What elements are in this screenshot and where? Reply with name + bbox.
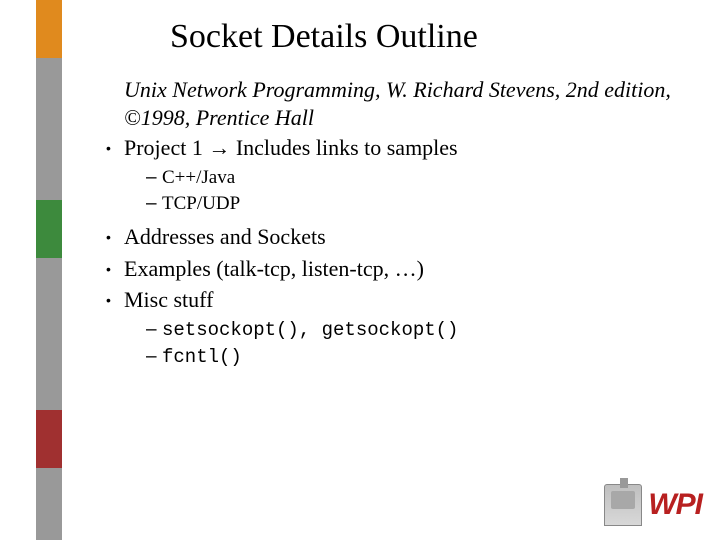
bullet-item: Project 1 → Includes links to samples C+… bbox=[106, 133, 700, 218]
wpi-logo: WPI bbox=[604, 484, 702, 526]
wpi-seal-icon bbox=[604, 484, 642, 526]
accent-block-red bbox=[36, 410, 62, 468]
bullet-text: Misc stuff bbox=[124, 287, 213, 312]
bullet-item: Misc stuff setsockopt(), getsockopt() fc… bbox=[106, 285, 700, 370]
accent-block-green bbox=[36, 200, 62, 258]
bullet-list: Project 1 → Includes links to samples C+… bbox=[106, 133, 700, 370]
accent-block-orange bbox=[36, 0, 62, 58]
wpi-wordmark: WPI bbox=[648, 488, 702, 522]
sub-list: C++/Java TCP/UDP bbox=[146, 165, 700, 218]
sub-list: setsockopt(), getsockopt() fcntl() bbox=[146, 317, 700, 370]
bullet-item: Examples (talk-tcp, listen-tcp, …) bbox=[106, 254, 700, 284]
sub-item: setsockopt(), getsockopt() bbox=[146, 317, 700, 344]
bullet-item: Addresses and Sockets bbox=[106, 222, 700, 252]
reference-citation: Unix Network Programming, W. Richard Ste… bbox=[124, 76, 700, 131]
sub-item: TCP/UDP bbox=[146, 191, 700, 218]
bullet-text: Project 1 → Includes links to samples bbox=[124, 135, 458, 160]
sub-item: C++/Java bbox=[146, 165, 700, 192]
sidebar-stripe bbox=[36, 0, 62, 540]
sub-item: fcntl() bbox=[146, 344, 700, 371]
slide-title: Socket Details Outline bbox=[170, 18, 700, 56]
slide-content: Socket Details Outline Unix Network Prog… bbox=[100, 0, 700, 374]
